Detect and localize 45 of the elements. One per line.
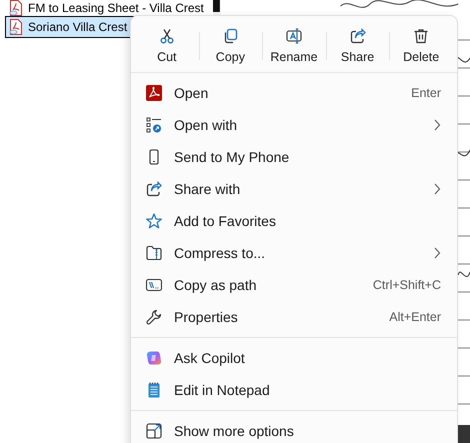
menu-item[interactable]: Copy as path Ctrl+Shift+C — [131, 269, 457, 301]
menu-item-label: Properties — [174, 309, 239, 325]
wrench-icon — [146, 309, 162, 325]
menu-item[interactable]: Edit in Notepad — [131, 374, 457, 406]
menu-item-label: Compress to... — [174, 245, 266, 261]
menu-item-label: Add to Favorites — [174, 213, 277, 229]
menu-item-label: Show more options — [174, 423, 295, 439]
rename-icon — [286, 28, 302, 44]
file-item[interactable]: FM to Leasing Sheet - Villa Crest — [5, 0, 205, 15]
menu-item[interactable]: Compress to... — [131, 237, 457, 269]
path-icon — [146, 277, 162, 293]
share-icon — [146, 181, 162, 197]
menu-item[interactable]: Open with — [131, 109, 457, 141]
notepad-icon — [146, 382, 162, 398]
menu-item-label: Send to My Phone — [174, 149, 290, 165]
menu-item[interactable]: Show more options — [131, 415, 457, 443]
star-icon — [146, 213, 162, 229]
menu-action-button[interactable]: Rename — [262, 24, 326, 68]
pdf-icon — [146, 85, 162, 101]
menu-item[interactable]: Send to My Phone — [131, 141, 457, 173]
pdf-file-icon — [9, 19, 23, 35]
shortcut-text: Alt+Enter — [389, 310, 441, 324]
expand-window-icon — [146, 423, 162, 439]
share-icon — [350, 28, 366, 44]
menu-item-label: Ask Copilot — [174, 350, 246, 366]
menu-item-label: Edit in Notepad — [174, 382, 271, 398]
menu-item[interactable]: Add to Favorites — [131, 205, 457, 237]
menu-item-label: Open with — [174, 117, 238, 133]
menu-action-button[interactable]: Share — [326, 24, 390, 68]
scissors-icon — [158, 28, 175, 44]
copilot-icon — [146, 350, 162, 366]
menu-item-label: Share with — [174, 181, 242, 197]
menu-item-label: Open — [174, 85, 210, 101]
menu-action-button[interactable]: Delete — [389, 24, 453, 68]
shortcut-text: Ctrl+Shift+C — [372, 278, 441, 292]
menu-item[interactable]: Ask Copilot — [131, 342, 457, 374]
menu-item[interactable]: Share with — [131, 173, 457, 205]
copy-icon — [222, 28, 238, 44]
trash-icon — [413, 28, 430, 44]
menu-item-label: Copy as path — [174, 277, 258, 293]
menu-item[interactable]: Properties Alt+Enter — [131, 301, 457, 333]
app-list-icon — [146, 117, 162, 133]
shortcut-text: Enter — [411, 86, 441, 100]
menu-item[interactable]: Open Enter — [131, 77, 457, 109]
zip-folder-icon — [146, 245, 162, 261]
